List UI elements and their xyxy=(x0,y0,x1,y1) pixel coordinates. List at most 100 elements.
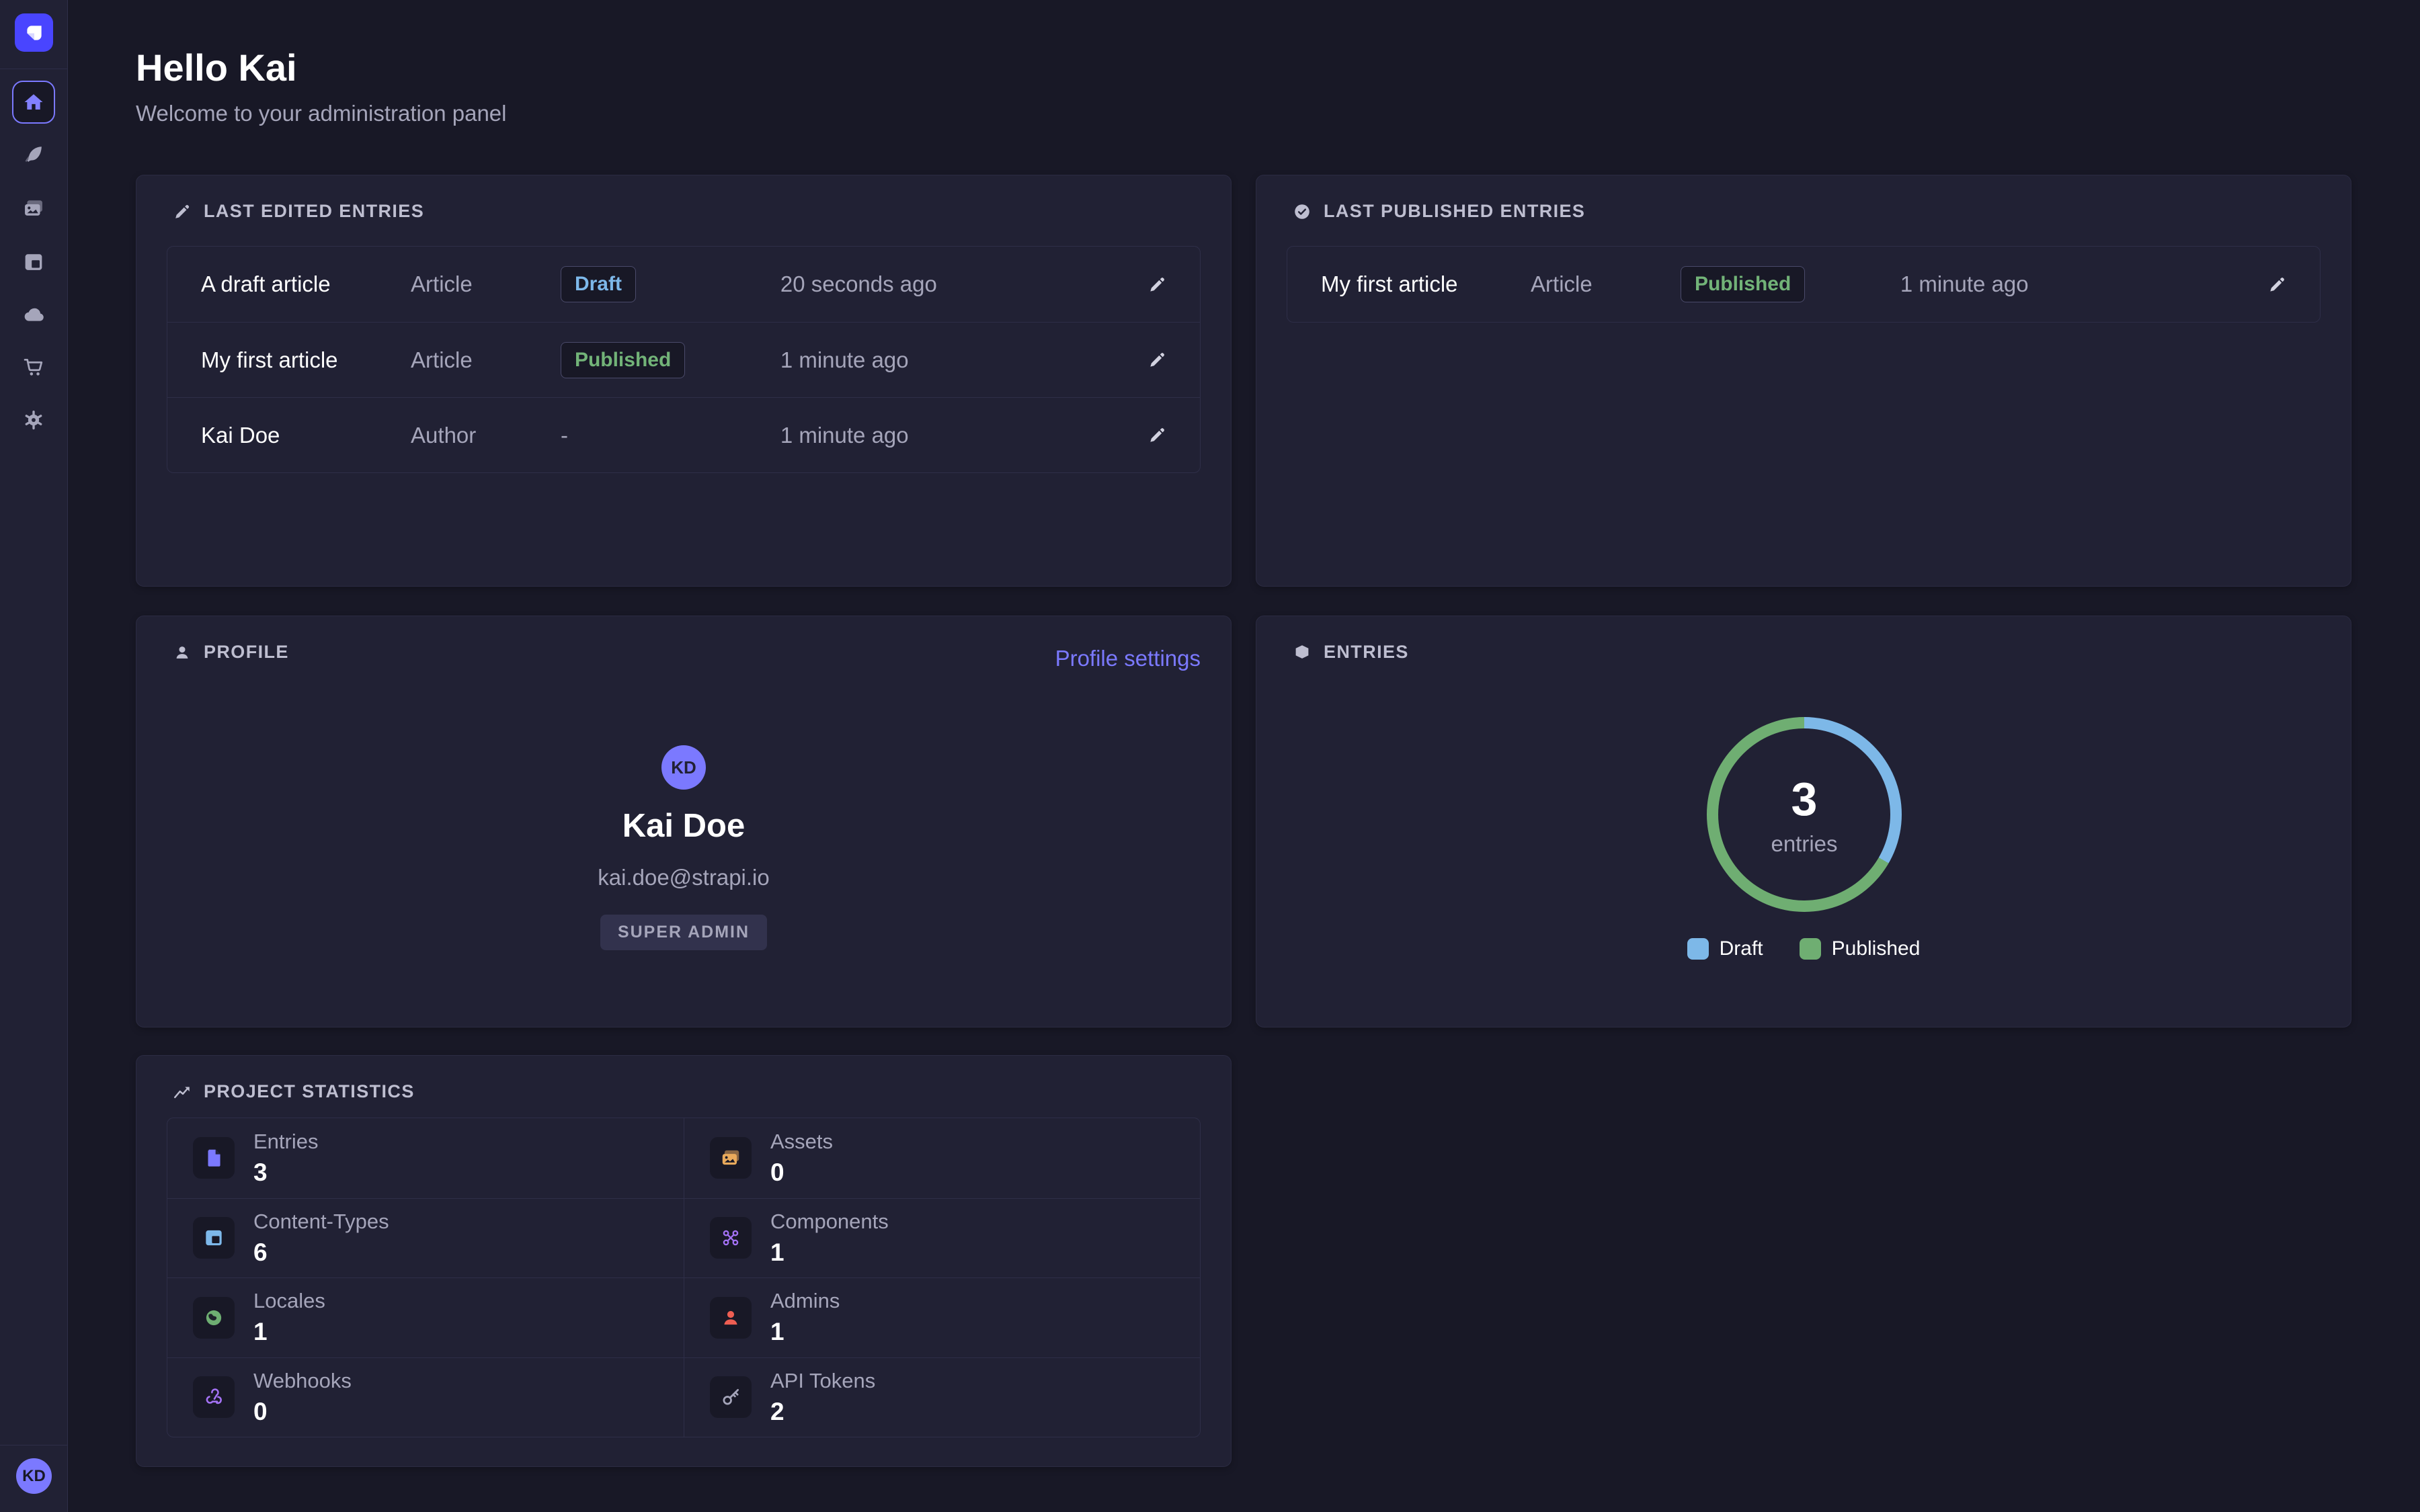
entry-name: My first article xyxy=(201,347,411,373)
pencil-icon xyxy=(1147,425,1168,446)
stat-label: Components xyxy=(770,1210,889,1234)
table-row[interactable]: My first article Article Published 1 min… xyxy=(167,322,1200,397)
card-title: PROFILE xyxy=(204,642,289,663)
sidebar-item-content-type-builder[interactable] xyxy=(12,133,55,176)
entry-type: Article xyxy=(1531,271,1681,297)
status-badge: Draft xyxy=(561,266,636,302)
edit-entry-button[interactable] xyxy=(2263,270,2292,299)
stat-label: Entries xyxy=(253,1130,318,1154)
stat-label: Content-Types xyxy=(253,1210,389,1234)
stat-content-types: Content-Types 6 xyxy=(167,1198,684,1278)
legend-item-draft: Draft xyxy=(1687,937,1763,960)
globe-icon xyxy=(193,1297,235,1339)
role-badge: SUPER ADMIN xyxy=(600,915,767,950)
status-badge: Published xyxy=(1681,266,1805,302)
stat-value: 1 xyxy=(770,1318,840,1346)
chart-legend: Draft Published xyxy=(1256,937,2351,960)
card-header: PROFILE xyxy=(172,642,289,663)
stat-components: Components 1 xyxy=(684,1198,1200,1278)
last-edited-entries-card: LAST EDITED ENTRIES A draft article Arti… xyxy=(136,175,1232,587)
entry-type: Article xyxy=(411,347,561,373)
entries-count: 3 xyxy=(1791,772,1818,826)
pencil-icon xyxy=(1147,349,1168,370)
entry-type: Author xyxy=(411,423,561,448)
stats-grid: Entries 3 Assets 0 Content-Types 6 Compo… xyxy=(167,1118,1201,1437)
stat-assets: Assets 0 xyxy=(684,1118,1200,1198)
document-icon xyxy=(193,1137,235,1179)
profile-card: PROFILE Profile settings KD Kai Doe kai.… xyxy=(136,616,1232,1027)
profile-name: Kai Doe xyxy=(622,807,745,845)
card-header: LAST EDITED ENTRIES xyxy=(172,201,424,222)
card-header: LAST PUBLISHED ENTRIES xyxy=(1292,201,1585,222)
stat-label: Admins xyxy=(770,1289,840,1313)
stat-value: 0 xyxy=(253,1398,352,1426)
last-published-entries-card: LAST PUBLISHED ENTRIES My first article … xyxy=(1256,175,2351,587)
sidebar-item-settings[interactable] xyxy=(12,398,55,442)
edit-entry-button[interactable] xyxy=(1143,421,1172,450)
table-row[interactable]: Kai Doe Author - 1 minute ago xyxy=(167,397,1200,472)
legend-label: Published xyxy=(1832,937,1921,960)
card-title: LAST EDITED ENTRIES xyxy=(204,201,424,222)
table-row[interactable]: My first article Article Published 1 min… xyxy=(1287,247,2320,322)
marketplace-cart-icon xyxy=(22,355,46,379)
strapi-logo xyxy=(15,13,53,52)
card-title: ENTRIES xyxy=(1324,642,1409,663)
sidebar-item-content-manager[interactable] xyxy=(12,241,55,284)
user-avatar-initials: KD xyxy=(22,1467,46,1486)
project-statistics-card: PROJECT STATISTICS Entries 3 Assets 0 Co… xyxy=(136,1055,1232,1467)
sidebar-item-marketplace[interactable] xyxy=(12,345,55,388)
legend-label: Draft xyxy=(1720,937,1763,960)
media-library-icon xyxy=(22,196,46,220)
card-title: LAST PUBLISHED ENTRIES xyxy=(1324,201,1585,222)
stat-api-tokens: API Tokens 2 xyxy=(684,1357,1200,1437)
profile-settings-link[interactable]: Profile settings xyxy=(1055,646,1201,671)
user-avatar[interactable]: KD xyxy=(16,1458,52,1494)
sidebar-item-home[interactable] xyxy=(12,81,55,124)
card-header: PROJECT STATISTICS xyxy=(172,1081,415,1102)
entry-time: 20 seconds ago xyxy=(780,271,1060,297)
card-header: ENTRIES xyxy=(1292,642,1409,663)
entries-count-label: entries xyxy=(1771,831,1837,857)
stat-value: 2 xyxy=(770,1398,875,1426)
stat-label: Locales xyxy=(253,1289,325,1313)
home-icon xyxy=(22,90,46,114)
profile-email: kai.doe@strapi.io xyxy=(598,865,769,890)
content-manager-icon xyxy=(22,250,46,274)
card-title: PROJECT STATISTICS xyxy=(204,1081,415,1102)
stat-value: 1 xyxy=(253,1318,325,1346)
key-icon xyxy=(710,1376,752,1418)
layout-icon xyxy=(193,1217,235,1259)
entry-time: 1 minute ago xyxy=(780,423,1060,448)
person-icon xyxy=(172,642,192,663)
profile-avatar: KD xyxy=(661,745,706,790)
entry-type: Article xyxy=(411,271,561,297)
profile-body: KD Kai Doe kai.doe@strapi.io SUPER ADMIN xyxy=(136,745,1231,950)
stat-value: 3 xyxy=(253,1159,318,1187)
status-dash: - xyxy=(561,423,568,448)
webhooks-icon xyxy=(193,1376,235,1418)
cloud-icon xyxy=(22,302,46,327)
pencil-icon xyxy=(1147,274,1168,295)
entry-time: 1 minute ago xyxy=(1900,271,2180,297)
entry-name: A draft article xyxy=(201,271,411,297)
sidebar-item-cloud[interactable] xyxy=(12,293,55,336)
last-published-table: My first article Article Published 1 min… xyxy=(1287,246,2321,323)
stat-label: API Tokens xyxy=(770,1369,875,1393)
page-title: Hello Kai xyxy=(136,46,297,89)
draft-swatch xyxy=(1687,938,1709,960)
table-row[interactable]: A draft article Article Draft 20 seconds… xyxy=(167,247,1200,322)
trend-arrow-icon xyxy=(172,1082,192,1102)
entries-donut-center: 3 entries xyxy=(1707,717,1902,912)
pencil-icon xyxy=(172,202,192,222)
edit-entry-button[interactable] xyxy=(1143,345,1172,374)
images-icon xyxy=(710,1137,752,1179)
stat-entries: Entries 3 xyxy=(167,1118,684,1198)
entry-name: Kai Doe xyxy=(201,423,411,448)
sidebar-item-media-library[interactable] xyxy=(12,187,55,230)
stat-webhooks: Webhooks 0 xyxy=(167,1357,684,1437)
edit-entry-button[interactable] xyxy=(1143,270,1172,299)
stat-value: 0 xyxy=(770,1159,833,1187)
content-type-builder-icon xyxy=(22,142,46,167)
admin-user-icon xyxy=(710,1297,752,1339)
stat-value: 1 xyxy=(770,1238,889,1267)
